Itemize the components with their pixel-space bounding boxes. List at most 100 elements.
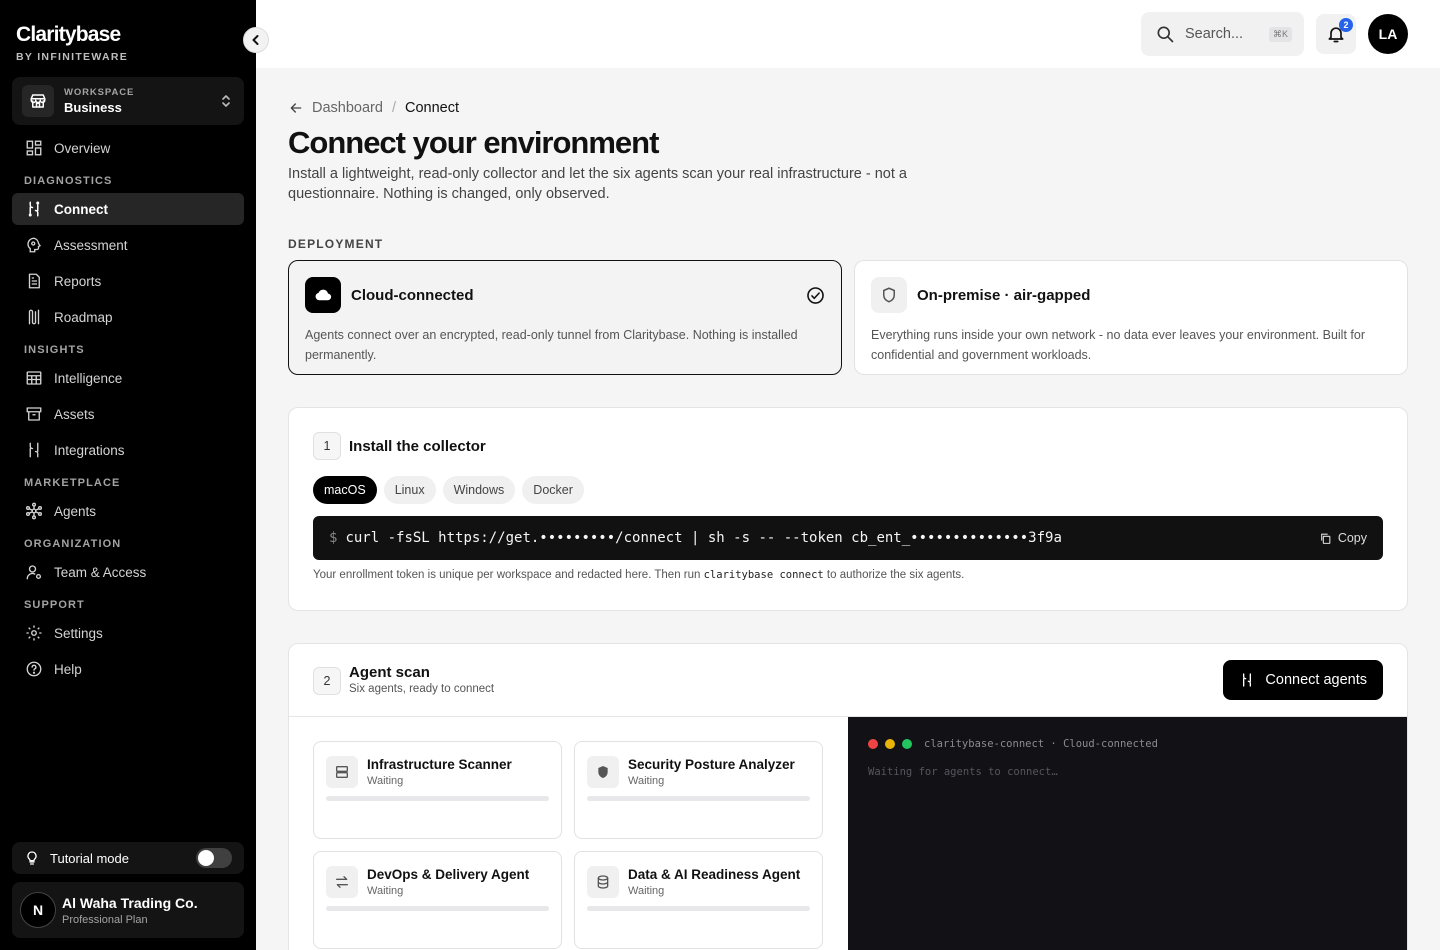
user-gear-icon	[24, 562, 44, 582]
deployment-option-cloud[interactable]: Cloud-connected Agents connect over an e…	[288, 260, 842, 375]
workspace-switcher[interactable]: WORKSPACE Business	[12, 77, 244, 125]
agent-name: Security Posture Analyzer	[628, 757, 795, 772]
sidebar-item-integrations[interactable]: Integrations	[12, 434, 244, 466]
sidebar-item-label: Integrations	[54, 442, 125, 458]
tutorial-mode-row: Tutorial mode	[12, 842, 244, 874]
sidebar-item-label: Settings	[54, 625, 103, 641]
sidebar-item-roadmap[interactable]: Roadmap	[12, 301, 244, 333]
arrow-left-icon[interactable]	[288, 100, 304, 116]
lightbulb-icon	[24, 850, 40, 866]
agent-card-data-ai[interactable]: Data & AI Readiness Agent Waiting	[574, 851, 823, 949]
sidebar-item-label: Assessment	[54, 237, 128, 253]
step-install-collector: 1 Install the collector macOS Linux Wind…	[288, 407, 1408, 611]
notifications-button[interactable]: 2	[1316, 14, 1356, 54]
gear-icon	[24, 623, 44, 643]
document-icon	[24, 271, 44, 291]
notification-count-badge: 2	[1339, 18, 1353, 32]
install-command: curl -fsSL https://get.•••••••••/connect…	[345, 530, 1062, 546]
tab-linux[interactable]: Linux	[383, 476, 436, 504]
copy-icon	[1319, 532, 1332, 545]
roadmap-icon	[24, 307, 44, 327]
hint-text-end: to authorize the six agents.	[823, 569, 965, 581]
help-circle-icon	[24, 659, 44, 679]
connect-agents-button[interactable]: Connect agents	[1223, 660, 1383, 700]
deployment-label: DEPLOYMENT	[288, 237, 384, 251]
nav-section-marketplace: MARKETPLACE	[24, 477, 121, 489]
sidebar-item-assets[interactable]: Assets	[12, 398, 244, 430]
sidebar-item-label: Team & Access	[54, 564, 147, 580]
org-plan: Professional Plan	[62, 913, 148, 926]
breadcrumb-separator: /	[391, 100, 396, 116]
maximize-dot	[902, 739, 912, 749]
sidebar-item-label: Reports	[54, 273, 102, 289]
nav-section-organization: ORGANIZATION	[24, 538, 122, 550]
tab-docker[interactable]: Docker	[522, 476, 584, 504]
tab-macos[interactable]: macOS	[313, 476, 377, 504]
agent-progress-bar	[587, 906, 810, 911]
install-command-block[interactable]: $ curl -fsSL https://get.•••••••••/conne…	[313, 516, 1383, 560]
agent-name: Data & AI Readiness Agent	[628, 867, 801, 882]
network-icon	[24, 501, 44, 521]
org-name: Al Waha Trading Co.	[62, 894, 198, 911]
window-controls	[868, 739, 919, 749]
sidebar-item-help[interactable]: Help	[12, 653, 244, 685]
sidebar-collapse-button[interactable]	[243, 27, 269, 53]
sidebar-item-label: Assets	[54, 406, 95, 422]
brand[interactable]: Claritybase BY INFINITEWARE	[16, 23, 128, 64]
sidebar-item-reports[interactable]: Reports	[12, 265, 244, 297]
agent-status: Waiting	[367, 775, 404, 787]
nav-section-diagnostics: DIAGNOSTICS	[24, 175, 113, 187]
shield-icon	[871, 277, 907, 313]
tutorial-mode-toggle[interactable]	[196, 848, 232, 868]
shell-prompt: $	[329, 530, 338, 546]
agent-name: Infrastructure Scanner	[367, 757, 512, 772]
chevron-left-icon	[250, 34, 262, 46]
agent-progress-bar	[326, 796, 549, 801]
agent-status: Waiting	[367, 885, 404, 897]
agent-progress-bar	[326, 906, 549, 911]
database-icon	[587, 866, 619, 898]
sidebar-item-agents[interactable]: Agents	[12, 495, 244, 527]
deployment-cloud-description: Agents connect over an encrypted, read-o…	[305, 328, 798, 362]
chevron-up-down-icon	[220, 93, 232, 109]
tab-windows[interactable]: Windows	[442, 476, 516, 504]
brand-name: Claritybase	[16, 23, 121, 46]
search-input[interactable]: Search... ⌘K	[1141, 12, 1304, 56]
step-title: Install the collector	[349, 437, 486, 455]
brain-icon	[24, 235, 44, 255]
page-title: Connect your environment	[288, 125, 659, 160]
breadcrumb-dashboard-link[interactable]: Dashboard	[312, 100, 383, 116]
sidebar-item-label: Roadmap	[54, 309, 113, 325]
table-icon	[24, 368, 44, 388]
arrows-exchange-icon	[326, 866, 358, 898]
sidebar-item-team[interactable]: Team & Access	[12, 556, 244, 588]
agent-card-devops[interactable]: DevOps & Delivery Agent Waiting	[313, 851, 562, 949]
sidebar-item-label: Intelligence	[54, 370, 123, 386]
os-tabs: macOS Linux Windows Docker	[313, 476, 591, 504]
organization-card[interactable]: N Al Waha Trading Co. Professional Plan	[12, 882, 244, 938]
step-number: 2	[313, 666, 341, 695]
sidebar-item-intelligence[interactable]: Intelligence	[12, 362, 244, 394]
nav-section-insights: INSIGHTS	[24, 344, 85, 356]
cloud-icon	[305, 277, 341, 313]
sidebar-item-settings[interactable]: Settings	[12, 617, 244, 649]
agent-card-infrastructure[interactable]: Infrastructure Scanner Waiting	[313, 741, 562, 839]
terminal-output: Waiting for agents to connect…	[868, 766, 1058, 778]
connect-terminal: claritybase-connect · Cloud-connected Wa…	[848, 717, 1407, 950]
step-number: 1	[313, 432, 341, 460]
minimize-dot	[885, 739, 895, 749]
workspace-label: WORKSPACE	[64, 87, 135, 98]
connect-icon	[1239, 672, 1255, 688]
sidebar-item-assessment[interactable]: Assessment	[12, 229, 244, 261]
sidebar-item-overview[interactable]: Overview	[12, 132, 244, 164]
agent-card-security[interactable]: Security Posture Analyzer Waiting	[574, 741, 823, 839]
plug-icon	[24, 440, 44, 460]
copy-button[interactable]: Copy	[1319, 531, 1367, 545]
user-avatar[interactable]: LA	[1368, 14, 1408, 54]
sidebar-item-connect[interactable]: Connect	[12, 193, 244, 225]
agent-name: DevOps & Delivery Agent	[367, 867, 530, 882]
page-description: Install a lightweight, read-only collect…	[288, 166, 907, 202]
deployment-option-onprem[interactable]: On-premise · air-gapped Everything runs …	[854, 260, 1408, 375]
sidebar-nav: Overview DIAGNOSTICS Connect Assessment …	[12, 132, 244, 689]
deployment-onprem-description: Everything runs inside your own network …	[871, 328, 1365, 362]
